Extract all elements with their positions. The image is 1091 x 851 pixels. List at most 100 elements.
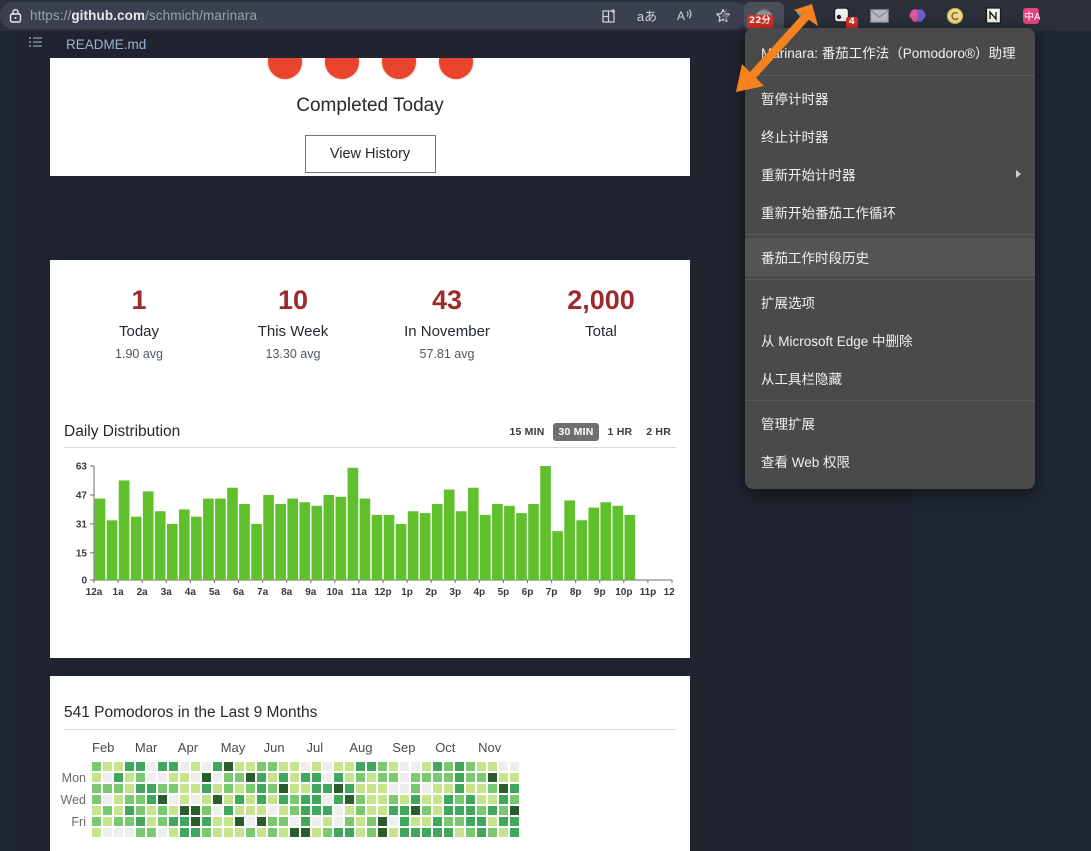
heatmap-cell[interactable] (312, 795, 321, 804)
chart-bar[interactable] (612, 506, 624, 581)
chart-bar[interactable] (118, 480, 130, 581)
heatmap-cell[interactable] (235, 784, 244, 793)
heatmap-cell[interactable] (279, 817, 288, 826)
heatmap-cell[interactable] (411, 762, 420, 771)
heatmap-cell[interactable] (433, 795, 442, 804)
heatmap-cell[interactable] (114, 806, 123, 815)
heatmap-cell[interactable] (147, 817, 156, 826)
chart-bar[interactable] (251, 524, 262, 581)
heatmap-cell[interactable] (334, 806, 343, 815)
heatmap-cell[interactable] (466, 817, 475, 826)
chart-bar[interactable] (480, 515, 491, 581)
chart-bar[interactable] (492, 504, 503, 581)
heatmap-cell[interactable] (444, 784, 453, 793)
heatmap-cell[interactable] (334, 795, 343, 804)
heatmap-cell[interactable] (191, 817, 200, 826)
heatmap-cell[interactable] (92, 828, 101, 837)
heatmap-cell[interactable] (499, 795, 508, 804)
brain-extension-icon[interactable] (898, 0, 936, 31)
heatmap-cell[interactable] (411, 828, 420, 837)
heatmap-cell[interactable] (356, 762, 365, 771)
heatmap-cell[interactable] (103, 784, 112, 793)
heatmap-cell[interactable] (224, 795, 233, 804)
heatmap-cell[interactable] (301, 762, 310, 771)
heatmap-cell[interactable] (257, 784, 266, 793)
heatmap-cell[interactable] (114, 784, 123, 793)
heatmap-cell[interactable] (257, 806, 266, 815)
heatmap-cell[interactable] (202, 817, 211, 826)
heatmap-cell[interactable] (301, 806, 310, 815)
heatmap-cell[interactable] (334, 784, 343, 793)
heatmap-cell[interactable] (235, 773, 244, 782)
heatmap-cell[interactable] (488, 806, 497, 815)
heatmap-cell[interactable] (301, 795, 310, 804)
heatmap-cell[interactable] (433, 828, 442, 837)
heatmap-cell[interactable] (411, 795, 420, 804)
chart-bar[interactable] (516, 513, 527, 581)
heatmap-cell[interactable] (268, 828, 277, 837)
heatmap-cell[interactable] (477, 784, 486, 793)
chart-bar[interactable] (455, 511, 467, 581)
heatmap-cell[interactable] (125, 773, 134, 782)
heatmap-cell[interactable] (367, 784, 376, 793)
chart-bar[interactable] (287, 498, 299, 581)
heatmap-cell[interactable] (224, 773, 233, 782)
heatmap-cell[interactable] (378, 806, 387, 815)
heatmap-cell[interactable] (202, 762, 211, 771)
heatmap-cell[interactable] (268, 773, 277, 782)
heatmap-cell[interactable] (455, 795, 464, 804)
heatmap-cell[interactable] (499, 784, 508, 793)
heatmap-cell[interactable] (191, 784, 200, 793)
heatmap-cell[interactable] (323, 817, 332, 826)
heatmap-cell[interactable] (125, 817, 134, 826)
heatmap-cell[interactable] (444, 762, 453, 771)
chart-bar[interactable] (624, 515, 636, 581)
heatmap-cell[interactable] (114, 773, 123, 782)
heatmap-cell[interactable] (202, 784, 211, 793)
heatmap-cell[interactable] (389, 762, 398, 771)
marinara-pomodoro-extension-icon[interactable]: 22分 (744, 2, 784, 30)
notion-extension-icon[interactable] (974, 0, 1012, 31)
heatmap-cell[interactable] (114, 817, 123, 826)
heatmap-cell[interactable] (136, 762, 145, 771)
heatmap-cell[interactable] (246, 817, 255, 826)
heatmap-cell[interactable] (400, 817, 409, 826)
heatmap-cell[interactable] (191, 762, 200, 771)
heatmap-cell[interactable] (301, 817, 310, 826)
heatmap-cell[interactable] (268, 784, 277, 793)
chart-bar[interactable] (191, 517, 202, 581)
heatmap-cell[interactable] (510, 773, 519, 782)
heatmap-cell[interactable] (510, 795, 519, 804)
chart-bar[interactable] (311, 506, 323, 581)
heatmap-cell[interactable] (213, 762, 222, 771)
heatmap-cell[interactable] (400, 806, 409, 815)
heatmap-cell[interactable] (257, 773, 266, 782)
heatmap-cell[interactable] (477, 795, 486, 804)
heatmap-cell[interactable] (510, 806, 519, 815)
heatmap-cell[interactable] (455, 828, 464, 837)
heatmap-cell[interactable] (378, 828, 387, 837)
heatmap-cell[interactable] (180, 795, 189, 804)
chart-bar[interactable] (142, 491, 154, 581)
heatmap-cell[interactable] (125, 762, 134, 771)
heatmap-cell[interactable] (202, 806, 211, 815)
heatmap-cell[interactable] (92, 795, 101, 804)
chart-bar[interactable] (239, 504, 250, 581)
heatmap-cell[interactable] (378, 762, 387, 771)
heatmap-cell[interactable] (367, 795, 376, 804)
heatmap-cell[interactable] (92, 784, 101, 793)
heatmap-cell[interactable] (224, 762, 233, 771)
heatmap-cell[interactable] (180, 806, 189, 815)
heatmap-cell[interactable] (510, 817, 519, 826)
heatmap-cell[interactable] (334, 817, 343, 826)
heatmap-cell[interactable] (400, 795, 409, 804)
heatmap-cell[interactable] (279, 773, 288, 782)
heatmap-cell[interactable] (290, 784, 299, 793)
heatmap-cell[interactable] (279, 762, 288, 771)
heatmap-cell[interactable] (92, 806, 101, 815)
heatmap-cell[interactable] (246, 795, 255, 804)
context-menu-item[interactable]: 终止计时器 (745, 117, 1035, 155)
chart-bar[interactable] (443, 489, 455, 581)
heatmap-cell[interactable] (224, 784, 233, 793)
heatmap-cell[interactable] (422, 773, 431, 782)
